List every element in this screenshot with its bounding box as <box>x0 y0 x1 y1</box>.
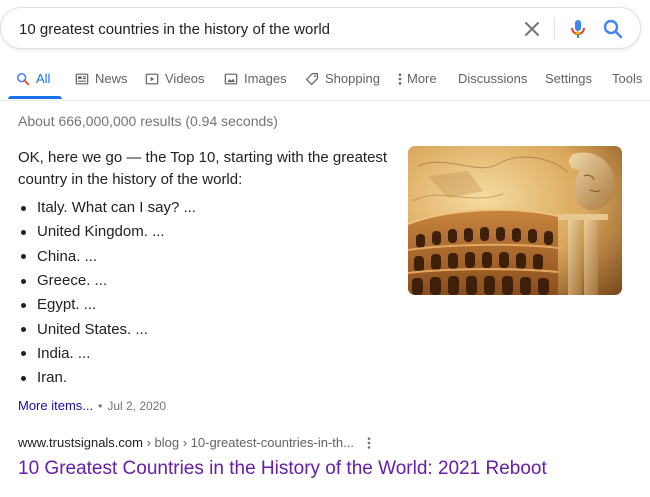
clear-icon[interactable] <box>520 17 544 41</box>
separator-dot: • <box>98 399 103 413</box>
list-item: United States. ... <box>18 317 398 341</box>
tab-label: All <box>36 71 51 86</box>
list-item: Greece. ... <box>18 269 398 293</box>
search-icon <box>16 72 30 86</box>
bullet-icon <box>21 278 26 284</box>
bullet-icon <box>21 327 26 333</box>
list-item-text: United Kingdom. ... <box>37 223 165 241</box>
bullet-icon <box>21 351 26 357</box>
bullet-icon <box>21 375 26 381</box>
result-citation: www.trustsignals.com › blog › 10-greates… <box>18 435 372 450</box>
tab-label: Tools <box>612 71 643 86</box>
search-bar <box>0 7 641 49</box>
result-stats: About 666,000,000 results (0.94 seconds) <box>18 113 278 129</box>
microphone-icon[interactable] <box>566 17 590 41</box>
list-item-text: Egypt. ... <box>37 296 97 314</box>
tab-shopping[interactable]: Shopping <box>305 64 380 100</box>
tag-icon <box>305 72 319 86</box>
more-vertical-icon <box>398 73 402 85</box>
image-icon <box>224 73 238 85</box>
tab-label: More <box>407 71 437 86</box>
more-options-icon[interactable] <box>366 436 372 450</box>
list-item: United Kingdom. ... <box>18 220 398 244</box>
result-title-link[interactable]: 10 Greatest Countries in the History of … <box>18 456 547 482</box>
bullet-icon <box>21 302 26 308</box>
tab-news[interactable]: News <box>75 64 128 100</box>
list-item: China. ... <box>18 245 398 269</box>
list-item-text: Iran. <box>37 369 68 387</box>
list-item: India. ... <box>18 342 398 366</box>
tab-label: Settings <box>545 71 592 86</box>
more-items-row: More items... • Jul 2, 2020 <box>18 398 166 413</box>
bullet-icon <box>21 205 26 211</box>
colosseum-image <box>408 146 622 295</box>
tab-videos[interactable]: Videos <box>145 64 205 100</box>
list-item-text: United States. ... <box>37 320 148 338</box>
list-item: Iran. <box>18 366 398 390</box>
list-item-text: China. ... <box>37 247 98 265</box>
tab-label: Images <box>244 71 287 86</box>
tab-settings[interactable]: Settings <box>545 64 592 100</box>
search-icon[interactable] <box>601 17 625 41</box>
tab-all[interactable]: All <box>16 64 50 100</box>
search-tabs: All News Videos Images Shopping More Dis… <box>0 64 650 100</box>
search-bar-divider <box>554 18 555 40</box>
active-tab-indicator <box>8 96 62 99</box>
tab-images[interactable]: Images <box>224 64 287 100</box>
result-path: › blog › 10-greatest-countries-in-th... <box>142 435 354 450</box>
featured-snippet-list: Italy. What can I say? ... United Kingdo… <box>18 196 398 390</box>
list-item: Egypt. ... <box>18 293 398 317</box>
tab-discussions[interactable]: Discussions <box>458 64 527 100</box>
featured-snippet-lead: OK, here we go — the Top 10, starting wi… <box>18 149 388 188</box>
list-item-text: India. ... <box>37 344 91 362</box>
bullet-icon <box>21 229 26 235</box>
result-domain: www.trustsignals.com <box>18 435 143 450</box>
bullet-icon <box>21 254 26 260</box>
snippet-date: Jul 2, 2020 <box>107 399 167 413</box>
list-item-text: Greece. ... <box>37 272 108 290</box>
list-item: Italy. What can I say? ... <box>18 196 398 220</box>
tab-tools[interactable]: Tools <box>612 64 642 100</box>
tabs-divider <box>0 100 650 101</box>
search-input[interactable] <box>19 18 489 40</box>
tab-label: Shopping <box>325 71 380 86</box>
more-items-link[interactable]: More items... <box>18 398 93 413</box>
tab-label: Videos <box>165 71 205 86</box>
tab-label: Discussions <box>458 71 528 86</box>
tab-label: News <box>95 71 128 86</box>
tab-more[interactable]: More <box>397 64 437 100</box>
video-icon <box>145 73 159 85</box>
list-item-text: Italy. What can I say? ... <box>37 199 196 217</box>
featured-snippet-image[interactable] <box>408 146 622 295</box>
result-url[interactable]: www.trustsignals.com › blog › 10-greates… <box>18 435 354 450</box>
news-icon <box>75 73 89 85</box>
